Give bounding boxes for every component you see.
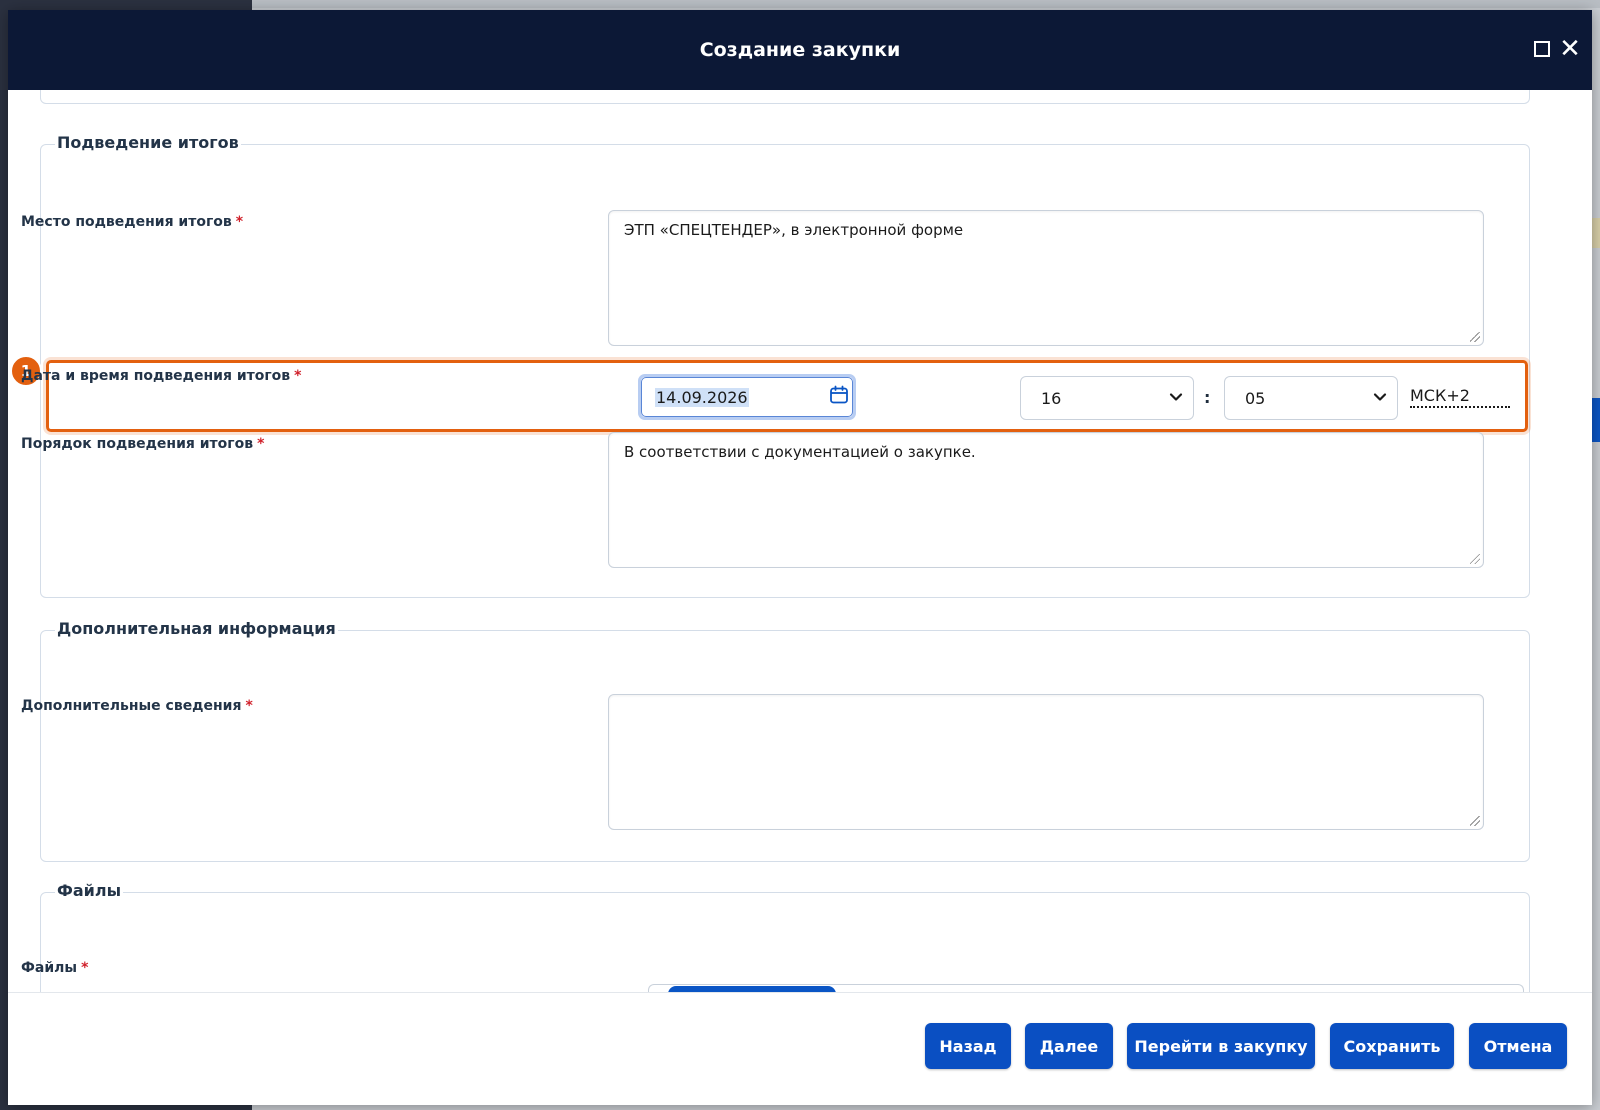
files-section-legend: Файлы — [55, 881, 124, 900]
extra-details-label: Дополнительные сведения * — [21, 698, 253, 714]
create-purchase-modal: Создание закупки ✕ Подведение итогов Мес… — [8, 10, 1592, 1105]
minute-value: 05 — [1245, 389, 1266, 408]
background-topbar — [252, 0, 1600, 8]
summary-date-value: 14.09.2026 — [655, 388, 749, 407]
resize-handle-icon[interactable] — [1470, 332, 1480, 342]
files-section: Файлы — [40, 881, 1530, 992]
summary-datetime-label: Дата и время подведения итогов * — [21, 368, 301, 384]
minute-select[interactable]: 05 — [1224, 376, 1398, 420]
summary-procedure-textarea[interactable]: В соответствии с документацией о закупке… — [608, 432, 1484, 568]
next-button[interactable]: Далее — [1025, 1023, 1113, 1069]
cancel-button[interactable]: Отмена — [1469, 1023, 1567, 1069]
required-mark: * — [235, 214, 244, 230]
modal-footer: Назад Далее Перейти в закупку Сохранить … — [8, 992, 1592, 1105]
previous-section-border — [40, 90, 1530, 104]
resize-handle-icon[interactable] — [1470, 816, 1480, 826]
summary-procedure-value: В соответствии с документацией о закупке… — [624, 443, 976, 461]
chevron-down-icon — [1169, 393, 1183, 401]
chevron-down-icon — [1373, 393, 1387, 401]
modal-body: Подведение итогов Место подведения итого… — [8, 90, 1592, 992]
modal-header: Создание закупки ✕ — [8, 10, 1592, 90]
timezone-label: МСК+2 — [1410, 386, 1510, 408]
summary-place-label: Место подведения итогов * — [21, 214, 243, 230]
go-to-purchase-button[interactable]: Перейти в закупку — [1127, 1023, 1315, 1069]
extra-details-label-text: Дополнительные сведения — [21, 698, 242, 714]
files-label-text: Файлы — [21, 960, 78, 976]
summary-place-value: ЭТП «СПЕЦТЕНДЕР», в электронной форме — [624, 221, 964, 239]
extra-info-section-legend: Дополнительная информация — [55, 619, 338, 638]
time-separator: : — [1204, 388, 1211, 407]
save-button[interactable]: Сохранить — [1330, 1023, 1454, 1069]
close-icon[interactable]: ✕ — [1559, 36, 1581, 62]
required-mark: * — [81, 960, 89, 976]
summary-procedure-label: Порядок подведения итогов * — [21, 436, 264, 452]
calendar-icon[interactable] — [829, 385, 849, 405]
summary-section-legend: Подведение итогов — [55, 133, 241, 152]
summary-datetime-label-text: Дата и время подведения итогов — [21, 368, 291, 384]
resize-handle-icon[interactable] — [1470, 554, 1480, 564]
required-mark: * — [257, 436, 265, 452]
summary-procedure-label-text: Порядок подведения итогов — [21, 436, 254, 452]
extra-details-textarea[interactable] — [608, 694, 1484, 830]
summary-place-label-text: Место подведения итогов — [21, 214, 232, 230]
summary-place-textarea[interactable]: ЭТП «СПЕЦТЕНДЕР», в электронной форме — [608, 210, 1484, 346]
required-mark: * — [294, 368, 302, 384]
files-label: Файлы * — [21, 960, 88, 976]
back-button[interactable]: Назад — [925, 1023, 1011, 1069]
modal-title: Создание закупки — [699, 39, 901, 61]
hour-select[interactable]: 16 — [1020, 376, 1194, 420]
maximize-icon[interactable] — [1531, 38, 1553, 60]
summary-date-input[interactable]: 14.09.2026 — [638, 374, 856, 420]
hour-value: 16 — [1041, 389, 1062, 408]
required-mark: * — [245, 698, 253, 714]
